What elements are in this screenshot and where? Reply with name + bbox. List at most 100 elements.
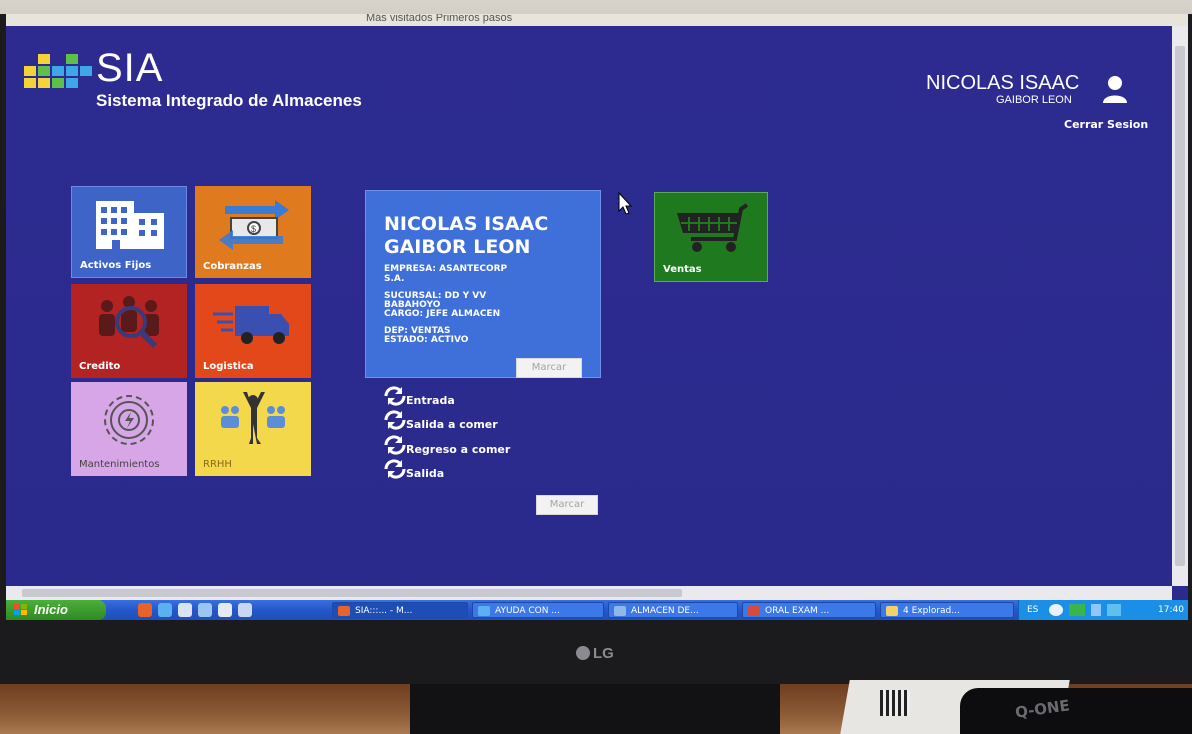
tile-label: Logistica xyxy=(203,361,254,372)
tile-cobranzas[interactable]: $ Cobranzas xyxy=(195,186,311,278)
option-label: Regreso a comer xyxy=(406,443,511,456)
user-first-name: NICOLAS ISAAC xyxy=(926,72,1080,94)
shopping-cart-icon xyxy=(677,203,749,252)
task-label: AYUDA CON ... xyxy=(495,606,560,616)
folder-icon xyxy=(886,606,898,616)
tile-rrhh[interactable]: RRHH xyxy=(195,382,311,476)
options-marcar-button[interactable]: Marcar xyxy=(536,495,598,515)
tile-label: RRHH xyxy=(203,459,232,470)
option-label: Entrada xyxy=(406,394,455,407)
tile-activos-fijos[interactable]: Activos Fijos xyxy=(71,186,187,278)
system-tray: ES 17:40 xyxy=(1018,600,1188,620)
firefox-icon[interactable] xyxy=(138,603,152,617)
app-title: SIA xyxy=(96,46,164,90)
tile-mantenimientos[interactable]: Mantenimientos xyxy=(71,382,187,476)
qr-code xyxy=(880,690,910,716)
clock: 17:40 xyxy=(1158,605,1184,615)
tile-label: Activos Fijos xyxy=(80,260,152,271)
card-estado: ESTADO: ACTIVO xyxy=(384,335,469,345)
task-label: ALMACEN DE... xyxy=(631,606,699,616)
refresh-icon xyxy=(384,459,406,479)
app-viewport: SIA Sistema Integrado de Almacenes NICOL… xyxy=(6,26,1172,586)
logo-block xyxy=(66,66,78,76)
tile-label: Cobranzas xyxy=(203,261,262,272)
gear-icon xyxy=(104,395,154,445)
firefox-icon xyxy=(338,606,350,616)
task-label: SIA:::... - M... xyxy=(355,606,413,616)
horizontal-scroll-thumb[interactable] xyxy=(22,589,682,597)
svg-text:$: $ xyxy=(251,224,256,234)
task-explorador[interactable]: 4 Explorad... xyxy=(880,602,1014,618)
screen: Más visitados Primeros pasos SIA Sistema… xyxy=(6,14,1188,620)
monitor-brand-text: LG xyxy=(593,645,614,662)
logo-block xyxy=(80,66,92,76)
card-empresa: EMPRESA: ASANTECORP xyxy=(384,264,508,274)
tray-network-icon[interactable] xyxy=(1107,604,1121,616)
monitor-brand-logo: LG xyxy=(576,645,614,662)
card-name-line: GAIBOR LEON xyxy=(384,236,531,258)
money-exchange-icon: $ xyxy=(219,200,289,250)
network-icon[interactable] xyxy=(178,603,192,617)
sia-logo-icon xyxy=(24,54,92,102)
option-label: Salida a comer xyxy=(406,418,498,431)
media-icon[interactable] xyxy=(198,603,212,617)
horizontal-scrollbar[interactable] xyxy=(6,586,1172,600)
pdf-icon xyxy=(748,606,760,616)
task-label: ORAL EXAM ... xyxy=(765,606,830,616)
tray-k-icon[interactable] xyxy=(1091,604,1101,616)
task-oral-exam[interactable]: ORAL EXAM ... xyxy=(742,602,876,618)
task-sia[interactable]: SIA:::... - M... xyxy=(332,602,468,618)
logo-block xyxy=(38,66,50,76)
card-cargo: CARGO: JEFE ALMACEN xyxy=(384,309,501,319)
tile-credito[interactable]: Credito xyxy=(71,284,187,378)
logout-link[interactable]: Cerrar Sesion xyxy=(1064,118,1148,131)
chrome-icon[interactable] xyxy=(158,603,172,617)
logo-block xyxy=(38,54,50,64)
logo-block xyxy=(24,66,36,76)
tile-label: Ventas xyxy=(663,264,702,275)
logo-block xyxy=(52,78,64,88)
vertical-scroll-thumb[interactable] xyxy=(1175,46,1185,566)
start-button[interactable]: Inicio xyxy=(6,600,106,620)
tray-app-icon[interactable] xyxy=(1049,604,1063,616)
bookmarks-bar: Más visitados Primeros pasos xyxy=(6,14,1188,26)
task-almacen[interactable]: ALMACEN DE... xyxy=(608,602,738,618)
logo-block xyxy=(24,78,36,88)
tile-ventas[interactable]: Ventas xyxy=(654,192,768,282)
tile-logistica[interactable]: Logistica xyxy=(195,284,311,378)
refresh-icon xyxy=(384,410,406,430)
monitor-stand xyxy=(410,684,780,734)
buildings-icon xyxy=(96,201,164,249)
refresh-icon xyxy=(384,386,406,406)
tile-label: Credito xyxy=(79,361,121,372)
network-folder-icon xyxy=(614,606,626,616)
option-label: Salida xyxy=(406,467,445,480)
start-label: Inicio xyxy=(34,602,68,617)
people-search-icon xyxy=(99,296,159,349)
user-avatar-icon[interactable] xyxy=(1102,74,1128,104)
team-icon xyxy=(221,392,285,444)
chrome-icon xyxy=(478,606,490,616)
card-empresa-cont: S.A. xyxy=(384,274,405,284)
logo-block xyxy=(66,54,78,64)
tray-vb-icon[interactable] xyxy=(1069,604,1085,616)
user-info-card: NICOLAS ISAAC GAIBOR LEON EMPRESA: ASANT… xyxy=(365,190,601,378)
device-box xyxy=(960,688,1192,734)
bookmarks-text[interactable]: Más visitados Primeros pasos xyxy=(366,14,512,24)
language-indicator[interactable]: ES xyxy=(1027,605,1038,615)
windows-flag-icon xyxy=(14,604,27,615)
task-ayuda[interactable]: AYUDA CON ... xyxy=(472,602,604,618)
card-marcar-button[interactable]: Marcar xyxy=(516,358,582,378)
vertical-scrollbar[interactable] xyxy=(1172,26,1188,586)
document-icon[interactable] xyxy=(218,603,232,617)
app-subtitle: Sistema Integrado de Almacenes xyxy=(96,91,362,110)
lg-circle-icon xyxy=(576,646,590,660)
logo-block xyxy=(52,66,64,76)
user-last-name: GAIBOR LEON xyxy=(996,94,1072,106)
logo-block xyxy=(38,78,50,88)
card-name: NICOLAS ISAAC GAIBOR LEON xyxy=(384,213,548,259)
mouse-cursor-icon xyxy=(618,192,633,215)
arrow-icon[interactable] xyxy=(238,603,252,617)
card-name-line: NICOLAS ISAAC xyxy=(384,213,549,235)
truck-icon xyxy=(213,306,289,344)
